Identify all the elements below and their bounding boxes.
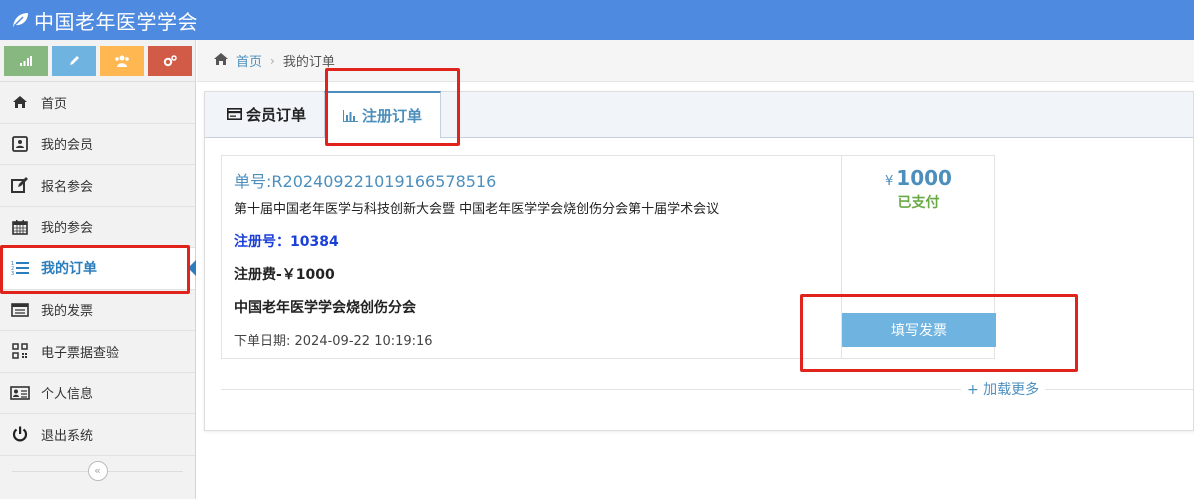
member-card-icon: [10, 134, 30, 154]
breadcrumb: 首页 › 我的订单: [197, 40, 1194, 82]
top-header: 中国老年医学学会: [0, 0, 1194, 40]
order-details: 单号:R20240922101916657851​6 第十届中国老年医学与科技创…: [234, 168, 834, 349]
order-amount: 1000: [896, 166, 952, 190]
breadcrumb-home-link[interactable]: 首页: [236, 51, 262, 70]
profile-card-icon: [10, 383, 30, 403]
sidebar-item-label: 个人信息: [41, 387, 94, 403]
sidebar-item-label: 退出系统: [41, 428, 94, 444]
payment-status-badge: 已支付: [897, 195, 940, 211]
load-more-row: + 加载更多: [221, 379, 1193, 399]
stats-shortcut-button[interactable]: [4, 45, 48, 76]
calendar-icon: [10, 217, 30, 237]
sidebar-item-label: 首页: [41, 96, 68, 112]
orders-panel: 会员订单 注册订单 单号:R20240922101916657851​6 第十届…: [204, 91, 1194, 431]
order-date: 下单日期: 2024-09-22 10:19:16: [234, 334, 433, 349]
chevron-right-icon: ›: [270, 53, 275, 68]
edit-register-icon: [10, 175, 30, 195]
leaf-logo-icon: [13, 13, 28, 27]
order-description: 第十届中国老年医学与科技创新大会暨 中国老年医学学会烧创伤分会第十届学术会议: [234, 202, 720, 217]
edit-shortcut-button[interactable]: [52, 45, 96, 76]
sidebar-item-label: 我的参会: [41, 221, 94, 237]
sidebar-item-personal-info[interactable]: 个人信息: [0, 373, 195, 414]
sidebar-item-my-orders[interactable]: 123 我的订单: [0, 248, 196, 290]
order-price: ¥1000: [842, 166, 995, 190]
sidebar-item-label: 我的发票: [41, 304, 94, 320]
sidebar-item-my-membership[interactable]: 我的会员: [0, 124, 195, 165]
sidebar-collapse-button[interactable]: «: [87, 460, 108, 481]
site-title: 中国老年医学学会: [34, 9, 198, 34]
svg-text:3: 3: [11, 271, 14, 276]
sidebar-item-label: 报名参会: [41, 179, 94, 195]
sidebar-collapse-row: «: [0, 456, 195, 486]
tab-member-orders[interactable]: 会员订单: [209, 91, 324, 137]
tab-label: 会员订单: [246, 105, 307, 124]
currency-symbol: ¥: [885, 174, 894, 189]
registration-fee: 注册费-￥1000: [234, 267, 335, 283]
order-summary: ¥1000 已支付 填写发票: [841, 156, 996, 358]
qrcode-icon: [10, 341, 30, 361]
sidebar-item-my-invoices[interactable]: 我的发票: [0, 290, 195, 331]
users-icon: [115, 55, 129, 67]
sidebar: 首页 我的会员 报名参会 我的参会 123 我的订单 我的发票 电子票据查验 个…: [0, 40, 196, 499]
tab-registration-orders[interactable]: 注册订单: [324, 91, 442, 138]
sidebar-item-home[interactable]: 首页: [0, 82, 195, 124]
home-icon: [10, 92, 30, 112]
order-number[interactable]: 单号:R20240922101916657851​6: [234, 168, 834, 192]
registration-number: 注册号：10384: [234, 234, 339, 250]
sidebar-item-register-conference[interactable]: 报名参会: [0, 165, 195, 207]
power-icon: [10, 424, 30, 444]
order-card: 单号:R20240922101916657851​6 第十届中国老年医学与科技创…: [221, 155, 996, 359]
organization-name: 中国老年医学学会烧创伤分会: [234, 300, 416, 316]
settings-shortcut-button[interactable]: [148, 45, 192, 76]
pencil-icon: [70, 55, 79, 65]
cogs-icon: [163, 54, 177, 66]
divider: [221, 389, 1193, 390]
credit-card-icon: [227, 108, 242, 120]
sidebar-item-my-conferences[interactable]: 我的参会: [0, 207, 195, 248]
sidebar-shortcuts: [0, 40, 195, 82]
load-more-link[interactable]: + 加载更多: [961, 379, 1046, 399]
signal-bars-icon: [20, 55, 32, 66]
sidebar-item-label: 我的订单: [41, 261, 97, 278]
sidebar-item-label: 我的会员: [41, 138, 94, 154]
order-tabs: 会员订单 注册订单: [205, 91, 1193, 138]
invoice-icon: [10, 300, 30, 320]
sidebar-item-label: 电子票据查验: [41, 345, 120, 361]
sidebar-item-logout[interactable]: 退出系统: [0, 414, 195, 456]
bar-chart-icon: [343, 109, 359, 122]
sidebar-item-e-receipt-check[interactable]: 电子票据查验: [0, 331, 195, 373]
active-indicator-arrow: [188, 260, 196, 276]
tab-label: 注册订单: [362, 107, 423, 125]
fill-invoice-button[interactable]: 填写发票: [842, 313, 996, 347]
breadcrumb-current: 我的订单: [282, 55, 335, 70]
list-icon: 123: [10, 258, 30, 278]
home-icon: [213, 52, 229, 70]
double-chevron-left-icon: «: [94, 464, 101, 477]
users-shortcut-button[interactable]: [100, 45, 144, 76]
